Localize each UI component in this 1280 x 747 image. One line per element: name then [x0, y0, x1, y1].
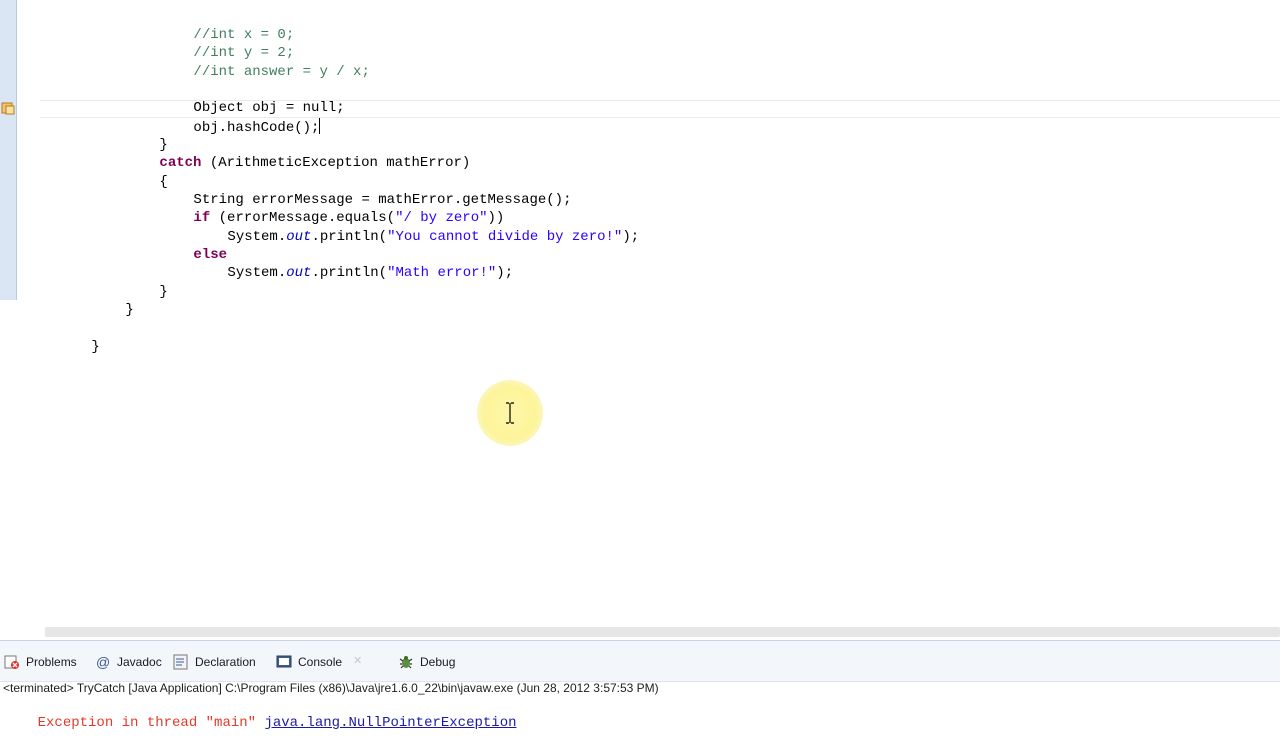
exception-link[interactable]: java.lang.NullPointerException [264, 715, 516, 731]
console-icon [276, 655, 292, 668]
bottom-panel: Problems @ Javadoc Declaration Console ✕ [0, 640, 1280, 731]
comment: //int answer = y / x; [193, 64, 370, 81]
text-caret [319, 118, 321, 135]
problems-icon [4, 655, 19, 669]
code-line: catch (ArithmeticException mathError) [109, 136, 470, 171]
code-line: else [143, 228, 227, 263]
code-line: } [109, 118, 167, 153]
tab-javadoc[interactable]: @ Javadoc [95, 653, 162, 671]
code-text: System. [227, 229, 287, 246]
close-icon[interactable]: ✕ [353, 654, 362, 667]
debug-icon [399, 656, 413, 669]
code-line: } [41, 320, 99, 355]
code-line: //int x = 0; [143, 8, 294, 43]
code-line: if (errorMessage.equals("/ by zero")) [143, 191, 504, 226]
code-text: .println( [311, 229, 388, 246]
code-line: String errorMessage = mathError.getMessa… [143, 173, 571, 208]
editor-left-ruler [0, 0, 17, 300]
warning-marker-icon[interactable] [0, 100, 16, 116]
at-icon: @ [96, 654, 110, 670]
code-line: } [75, 283, 133, 318]
editor-left-margin [0, 300, 16, 640]
tab-debug[interactable]: Debug [398, 653, 455, 671]
svg-text:@: @ [96, 654, 110, 670]
code-text: System. [227, 265, 287, 282]
tab-label: Declaration [195, 655, 256, 669]
code-line: { [109, 155, 167, 190]
code-text: } [91, 339, 100, 356]
code-line: //int answer = y / x; [143, 45, 369, 80]
string-literal: "Math error!" [387, 265, 497, 282]
declaration-icon [173, 654, 188, 670]
code-line-current: obj.hashCode(); [143, 100, 321, 136]
string-literal: "You cannot divide by zero!" [387, 229, 623, 246]
code-line: Object obj = null; [143, 81, 344, 116]
scrollbar-thumb[interactable] [45, 627, 1280, 637]
code-text: ); [622, 229, 640, 246]
code-text: } [159, 284, 168, 301]
code-text: .println( [311, 265, 388, 282]
code-line: System.out.println("You cannot divide by… [177, 210, 639, 245]
tab-label: Console [298, 655, 343, 669]
code-text: ); [496, 265, 514, 282]
console-status-line: <terminated> TryCatch [Java Application]… [3, 681, 659, 695]
static-field: out [286, 229, 312, 246]
tab-declaration[interactable]: Declaration [173, 653, 256, 671]
code-text: (ArithmeticException mathError) [201, 155, 471, 172]
code-text: } [125, 302, 134, 319]
tab-label: Javadoc [117, 655, 162, 669]
code-text: obj.hashCode(); [193, 120, 320, 137]
tab-label: Debug [420, 655, 456, 669]
tab-label: Problems [26, 655, 77, 669]
code-editor[interactable]: //int x = 0; //int y = 2; //int answer =… [0, 0, 1280, 640]
console-output: Exception in thread "main" java.lang.Nul… [4, 699, 517, 747]
ibeam-cursor-icon [506, 402, 514, 424]
exception-text: Exception in thread "main" [37, 715, 265, 731]
tab-console[interactable]: Console [276, 653, 342, 671]
code-line: } [109, 265, 167, 300]
code-line: System.out.println("Math error!"); [177, 246, 513, 281]
panel-tab-bar: Problems @ Javadoc Declaration Console ✕ [0, 641, 1280, 682]
tab-problems[interactable]: Problems [4, 653, 77, 671]
code-line: //int y = 2; [143, 26, 294, 61]
static-field: out [286, 265, 312, 282]
